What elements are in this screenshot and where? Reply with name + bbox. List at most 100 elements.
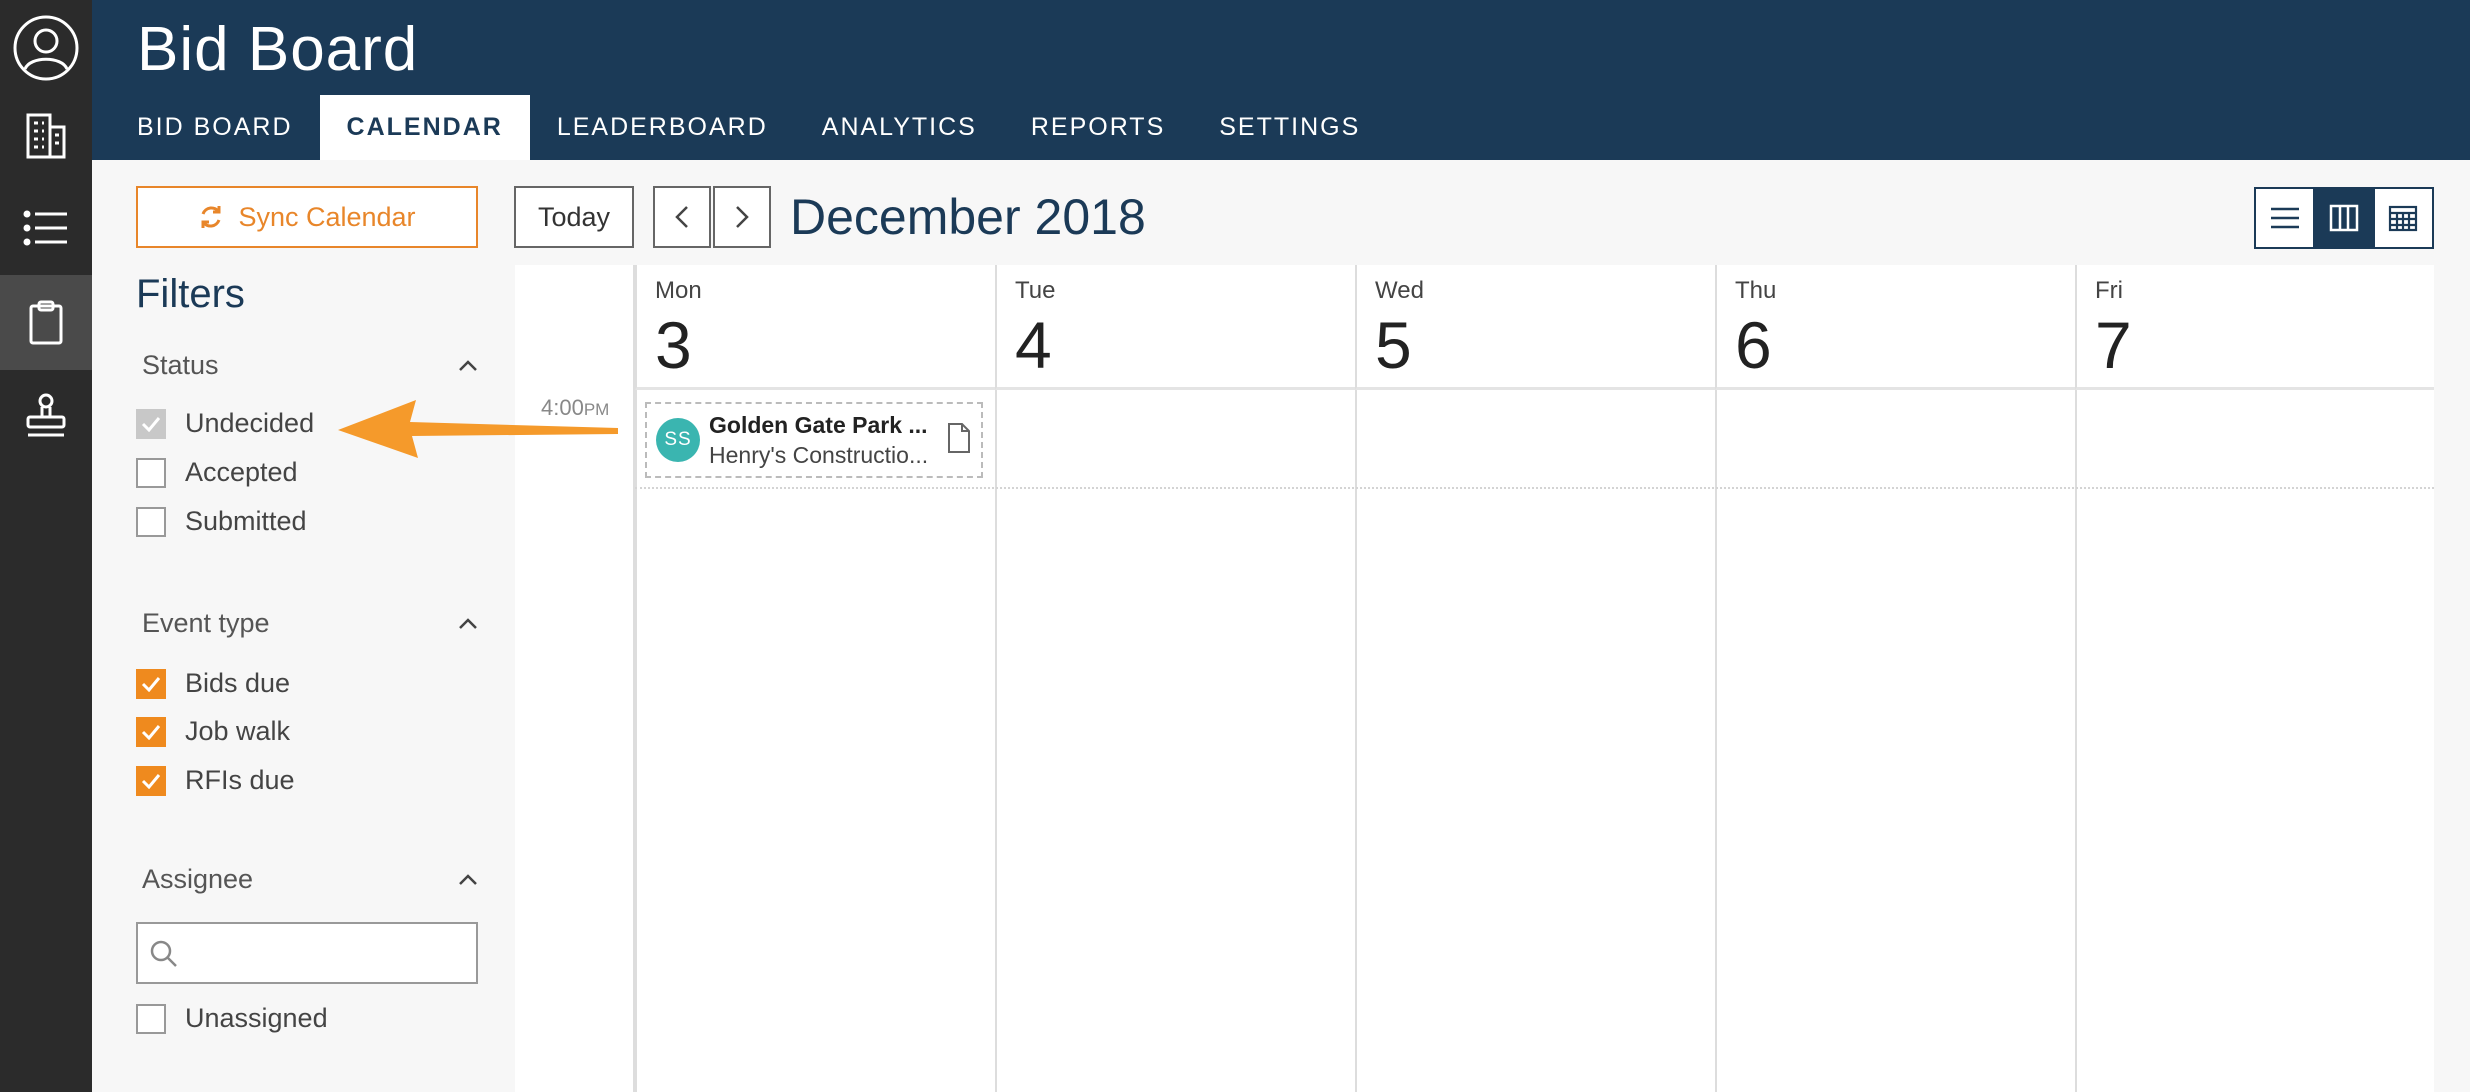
event-type-job-walk[interactable]: Job walk [136, 716, 290, 747]
clipboard-icon [29, 300, 63, 344]
day-number: 3 [655, 308, 692, 382]
annotation-arrow-icon [338, 400, 618, 458]
month-title: December 2018 [790, 189, 1146, 245]
check-icon [141, 724, 161, 740]
job-walk-label: Job walk [185, 716, 291, 746]
building-icon [26, 113, 66, 158]
day-header-fri[interactable]: Fri 7 [2075, 265, 2434, 390]
rfis-due-label: RFIs due [185, 765, 295, 795]
rail-user[interactable] [0, 0, 92, 95]
day-name: Wed [1375, 277, 1424, 304]
checkbox-job-walk[interactable] [136, 716, 166, 747]
event-type-bids-due[interactable]: Bids due [136, 668, 290, 699]
sync-calendar-button[interactable]: Sync Calendar [136, 186, 478, 248]
left-rail [0, 0, 92, 1092]
chevron-right-icon [736, 206, 749, 228]
calendar-grid: 4:00PM Mon 3 Tue 4 Wed 5 Thu 6 Fri 7 [515, 265, 2434, 1092]
tab-leaderboard[interactable]: LEADERBOARD [530, 95, 795, 160]
day-name: Tue [1015, 277, 1056, 304]
sync-icon [201, 206, 221, 228]
day-column-thu[interactable] [1715, 390, 2075, 1092]
list-view-button[interactable] [2256, 189, 2313, 247]
prev-week-button[interactable] [653, 186, 711, 248]
submitted-label: Submitted [185, 506, 307, 536]
day-header-wed[interactable]: Wed 5 [1355, 265, 1715, 390]
hour-divider [635, 487, 2434, 489]
assignee-search-input[interactable] [188, 932, 468, 976]
tab-calendar[interactable]: CALENDAR [319, 95, 530, 160]
event-subtitle: Henry's Constructio... [709, 442, 929, 468]
filters-panel: Sync Calendar Filters Status Undecided A… [92, 160, 515, 1092]
filters-title: Filters [136, 272, 245, 316]
stamp-icon [26, 393, 66, 436]
today-label: Today [537, 201, 611, 232]
day-column-mon[interactable] [635, 390, 995, 1092]
day-column-wed[interactable] [1355, 390, 1715, 1092]
assignee-search[interactable] [136, 922, 478, 984]
chevron-left-icon [675, 206, 688, 228]
rail-companies[interactable] [0, 88, 92, 183]
checkbox-rfis-due[interactable] [136, 765, 166, 796]
assignee-unassigned[interactable]: Unassigned [136, 1003, 328, 1034]
chevron-up-icon [459, 873, 477, 885]
list-icon [2270, 207, 2299, 229]
day-name: Mon [655, 277, 702, 304]
status-section-header[interactable]: Status [142, 350, 478, 381]
accepted-label: Accepted [185, 457, 298, 487]
today-button[interactable]: Today [514, 186, 634, 248]
month-view-button[interactable] [2375, 189, 2432, 247]
status-accepted[interactable]: Accepted [136, 457, 298, 488]
week-view-button[interactable] [2313, 189, 2375, 247]
list-icon [23, 210, 67, 245]
avatar: SS [656, 418, 700, 462]
event-title: Golden Gate Park ... [709, 412, 928, 438]
check-icon [141, 773, 161, 789]
day-header-mon[interactable]: Mon 3 [635, 265, 995, 390]
tab-bar: BID BOARD CALENDAR LEADERBOARD ANALYTICS… [137, 95, 1387, 160]
sync-calendar-label: Sync Calendar [238, 201, 416, 232]
event-type-section-label: Event type [142, 608, 270, 638]
checkbox-accepted[interactable] [136, 457, 166, 488]
day-name: Thu [1735, 277, 1777, 304]
search-icon [150, 940, 177, 967]
day-number: 4 [1015, 308, 1052, 382]
day-number: 5 [1375, 308, 1412, 382]
week-icon [2329, 204, 2359, 232]
next-week-button[interactable] [713, 186, 771, 248]
tab-reports[interactable]: REPORTS [1004, 95, 1192, 160]
assignee-section-header[interactable]: Assignee [142, 864, 478, 895]
event-type-section-header[interactable]: Event type [142, 608, 478, 639]
tab-analytics[interactable]: ANALYTICS [795, 95, 1004, 160]
day-number: 6 [1735, 308, 1772, 382]
check-icon [141, 676, 161, 692]
status-undecided[interactable]: Undecided [136, 408, 314, 439]
rail-list[interactable] [0, 180, 92, 275]
event-type-rfis-due[interactable]: RFIs due [136, 765, 295, 796]
calendar-event[interactable]: SS Golden Gate Park ... Henry's Construc… [645, 402, 983, 478]
day-column-tue[interactable] [995, 390, 1355, 1092]
day-column-fri[interactable] [2075, 390, 2434, 1092]
checkbox-unassigned[interactable] [136, 1003, 166, 1034]
tab-settings[interactable]: SETTINGS [1192, 95, 1387, 160]
checkbox-undecided[interactable] [136, 408, 166, 439]
checkbox-bids-due[interactable] [136, 668, 166, 699]
rail-clipboard[interactable] [0, 275, 92, 370]
page-title: Bid Board [137, 15, 419, 84]
bids-due-label: Bids due [185, 668, 291, 698]
day-name: Fri [2095, 277, 2123, 304]
day-header-tue[interactable]: Tue 4 [995, 265, 1355, 390]
status-submitted[interactable]: Submitted [136, 506, 307, 537]
chevron-up-icon [459, 617, 477, 629]
checkbox-submitted[interactable] [136, 506, 166, 537]
assignee-section-label: Assignee [142, 864, 254, 894]
undecided-label: Undecided [185, 408, 315, 438]
tab-bid-board[interactable]: BID BOARD [137, 95, 320, 160]
unassigned-label: Unassigned [185, 1003, 328, 1033]
document-icon[interactable] [947, 422, 971, 454]
day-header-thu[interactable]: Thu 6 [1715, 265, 2075, 390]
rail-stamp[interactable] [0, 368, 92, 463]
user-circle-icon [13, 15, 79, 80]
day-number: 7 [2095, 308, 2132, 382]
chevron-up-icon [459, 359, 477, 371]
month-icon [2389, 205, 2418, 232]
